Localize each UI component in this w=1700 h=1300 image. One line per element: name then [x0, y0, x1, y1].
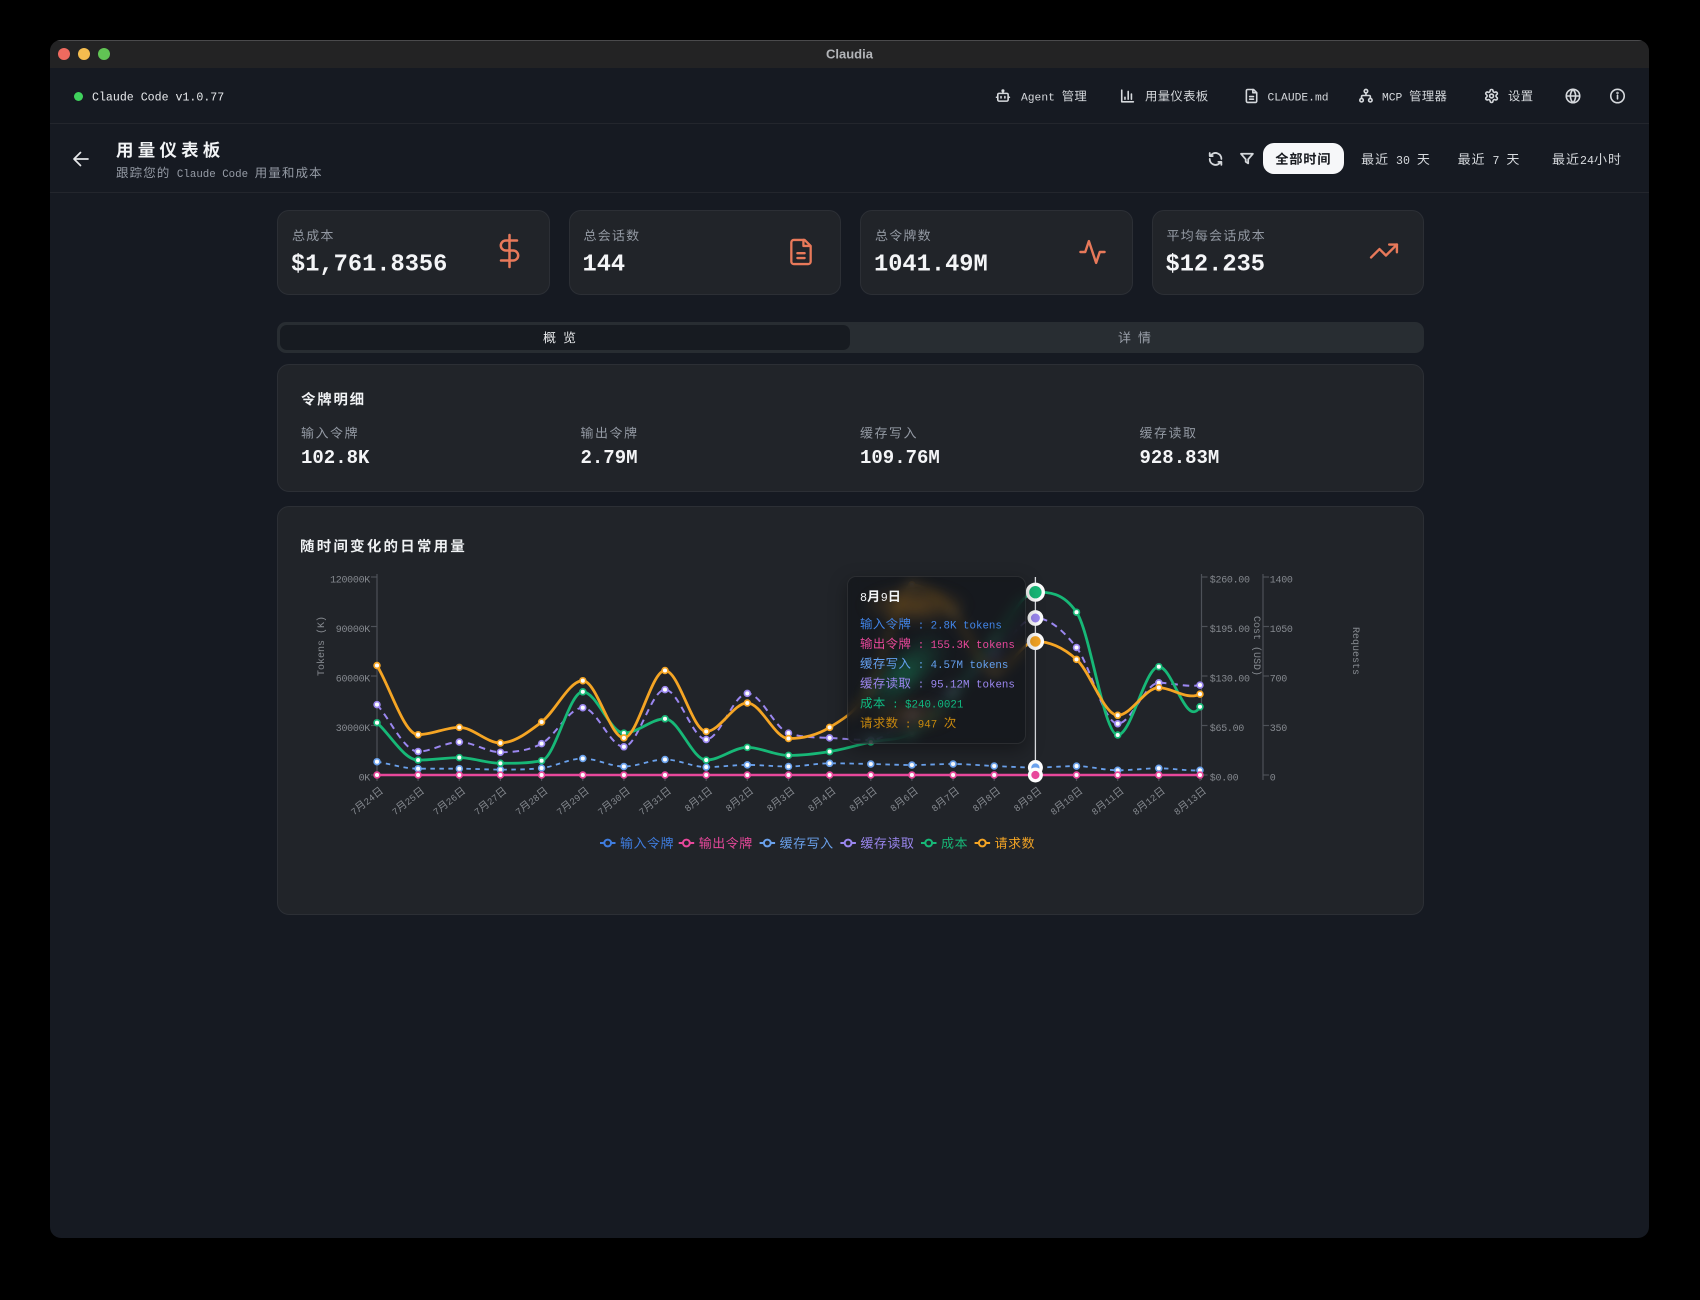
- svg-text::: :: [892, 700, 898, 712]
- svg-text:947: 947: [918, 719, 937, 731]
- svg-text:109.76M: 109.76M: [860, 447, 940, 469]
- svg-text:7: 7: [596, 806, 607, 818]
- svg-text::: :: [918, 640, 924, 652]
- svg-text:$0.00: $0.00: [1210, 773, 1239, 785]
- svg-text:$260.00: $260.00: [1210, 575, 1250, 587]
- svg-text:Code: Code: [222, 169, 248, 181]
- svg-text:8: 8: [860, 591, 867, 605]
- svg-text:8: 8: [984, 792, 996, 804]
- svg-text:90000K: 90000K: [336, 625, 371, 636]
- svg-text:2.79M: 2.79M: [581, 447, 638, 469]
- svg-text:8: 8: [1172, 805, 1184, 817]
- svg-text:8: 8: [971, 802, 983, 814]
- svg-text::: :: [905, 719, 911, 731]
- svg-text:9: 9: [881, 591, 888, 605]
- svg-text:1400: 1400: [1270, 576, 1293, 587]
- svg-text:1050: 1050: [1270, 625, 1293, 636]
- svg-text:7: 7: [637, 806, 648, 818]
- svg-text:8: 8: [806, 802, 818, 814]
- svg-text:Tokens (K): Tokens (K): [316, 616, 328, 676]
- svg-text:7: 7: [472, 806, 483, 818]
- svg-text:95.12M: 95.12M: [931, 680, 970, 692]
- svg-text::: :: [918, 620, 924, 632]
- svg-text:Requests: Requests: [1349, 627, 1360, 675]
- svg-text:9: 9: [1025, 792, 1036, 804]
- svg-text:$65.00: $65.00: [1210, 723, 1245, 735]
- svg-text:2.8K: 2.8K: [931, 620, 957, 632]
- svg-text:tokens: tokens: [976, 640, 1015, 652]
- svg-text:24: 24: [1580, 155, 1594, 168]
- svg-text:$195.00: $195.00: [1210, 624, 1250, 636]
- svg-text:Claudia: Claudia: [826, 47, 874, 62]
- svg-text:8: 8: [683, 802, 695, 814]
- svg-text:8: 8: [724, 802, 736, 814]
- svg-text:2: 2: [737, 792, 748, 804]
- svg-text:30000K: 30000K: [336, 724, 371, 735]
- svg-text:MCP: MCP: [1382, 93, 1403, 105]
- svg-text:155.3K: 155.3K: [931, 640, 970, 652]
- svg-text:tokens: tokens: [970, 660, 1009, 672]
- svg-text:8: 8: [847, 802, 859, 814]
- svg-text:8: 8: [930, 802, 942, 814]
- svg-text:7: 7: [431, 806, 442, 818]
- svg-text:$1,761.8356: $1,761.8356: [291, 252, 447, 279]
- svg-text:4: 4: [819, 792, 831, 804]
- svg-text:tokens: tokens: [976, 680, 1015, 692]
- svg-text:Cost (USD): Cost (USD): [1250, 616, 1262, 676]
- svg-text:$240.0021: $240.0021: [905, 700, 963, 712]
- svg-text:Agent: Agent: [1021, 93, 1055, 105]
- svg-text:8: 8: [1049, 805, 1061, 817]
- svg-text::: :: [918, 680, 924, 692]
- svg-text:120000K: 120000K: [330, 576, 370, 587]
- svg-text:8: 8: [765, 802, 777, 814]
- svg-text:$130.00: $130.00: [1210, 674, 1250, 686]
- svg-text:1: 1: [696, 792, 708, 804]
- svg-text:CLAUDE.md: CLAUDE.md: [1268, 92, 1329, 104]
- svg-text:8: 8: [888, 802, 900, 814]
- svg-text:5: 5: [860, 792, 872, 804]
- svg-text:928.83M: 928.83M: [1140, 447, 1220, 469]
- svg-text::: :: [918, 660, 924, 672]
- svg-text:7: 7: [942, 792, 953, 804]
- svg-text:8: 8: [1131, 805, 1143, 817]
- svg-text:0K: 0K: [359, 774, 371, 785]
- svg-text:3: 3: [778, 792, 790, 804]
- svg-text:102.8K: 102.8K: [301, 447, 370, 469]
- svg-text:Claude: Claude: [177, 169, 216, 181]
- svg-text:144: 144: [583, 252, 626, 279]
- svg-text:0: 0: [1270, 774, 1276, 785]
- svg-text:350: 350: [1270, 724, 1287, 735]
- svg-text:7: 7: [349, 806, 360, 818]
- svg-text:tokens: tokens: [963, 620, 1002, 632]
- svg-text:8: 8: [1090, 805, 1102, 817]
- svg-text:1041.49M: 1041.49M: [874, 252, 988, 279]
- svg-text:$12.235: $12.235: [1166, 252, 1266, 279]
- svg-text:6: 6: [901, 792, 913, 804]
- svg-text:4.57M: 4.57M: [931, 660, 963, 672]
- svg-text:Claude Code v1.0.77: Claude Code v1.0.77: [92, 91, 224, 104]
- svg-text:30: 30: [1396, 155, 1410, 168]
- svg-text:7: 7: [390, 806, 401, 818]
- svg-text:7: 7: [1493, 155, 1500, 168]
- svg-text:60000K: 60000K: [336, 675, 371, 686]
- svg-text:7: 7: [555, 806, 566, 818]
- svg-text:700: 700: [1270, 675, 1287, 686]
- svg-text:7: 7: [514, 806, 525, 818]
- svg-text:8: 8: [1012, 802, 1024, 814]
